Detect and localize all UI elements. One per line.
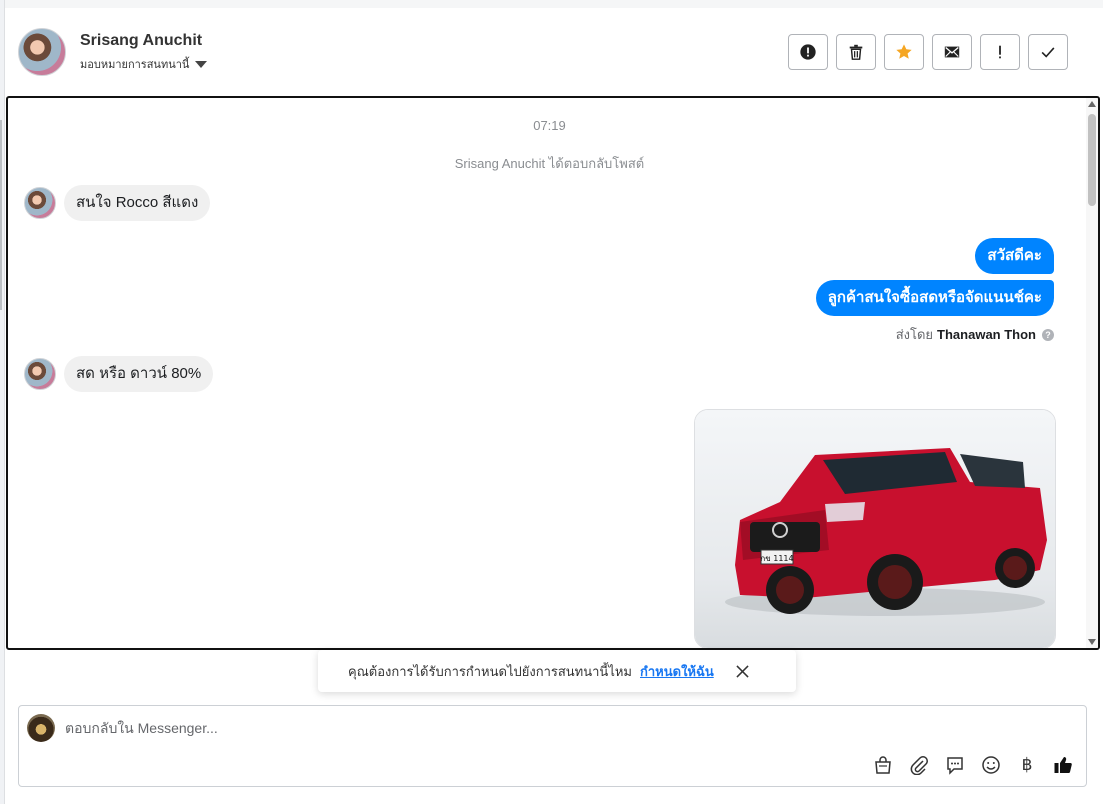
outgoing-message[interactable]: ลูกค้าสนใจซื้อสดหรือจัดแนนช์คะ [815, 280, 1054, 316]
help-icon[interactable]: ? [1042, 328, 1054, 341]
close-toast-button[interactable] [736, 664, 750, 678]
report-spam-button[interactable] [788, 34, 828, 70]
alert-circle-icon [800, 44, 816, 60]
check-icon [1041, 47, 1055, 58]
saved-replies-button[interactable] [944, 754, 966, 776]
assign-prompt-toast: คุณต้องการได้รับการกำหนดไปยังการสนทนานี้… [318, 650, 796, 692]
star-button[interactable] [884, 34, 924, 70]
delete-button[interactable] [836, 34, 876, 70]
left-panel-edge [0, 0, 5, 804]
thumbs-up-icon [1054, 757, 1072, 773]
sent-by-name: Thanawan Thon [937, 327, 1036, 342]
close-icon [736, 664, 749, 678]
conversation-toolbar [788, 34, 1068, 70]
car-photo-attachment[interactable]: กข 1114 [694, 409, 1056, 648]
license-plate: กข 1114 [760, 554, 793, 563]
scroll-down-icon[interactable] [1088, 639, 1096, 645]
like-button[interactable] [1052, 754, 1074, 776]
exclamation-icon [999, 45, 1001, 59]
conversation-header: Srisang Anuchit มอบหมายการสนทนานี้ [6, 8, 1100, 96]
sent-by-prefix: ส่งโดย [895, 327, 934, 342]
chat-bubble-icon [947, 757, 963, 775]
assign-dropdown[interactable]: มอบหมายการสนทนานี้ [80, 55, 208, 73]
shop-button[interactable] [872, 754, 894, 776]
contact-name[interactable]: Srisang Anuchit [80, 31, 207, 51]
contact-info: Srisang Anuchit มอบหมายการสนทนานี้ [80, 31, 208, 73]
message-bubble[interactable]: สด หรือ ดาวน์ 80% [64, 356, 214, 392]
red-pickup-truck-image: กข 1114 [695, 410, 1055, 648]
system-note: Srisang Anuchit ได้ตอบกลับโพสต์ [454, 156, 645, 171]
payment-button[interactable]: ฿ [1016, 754, 1038, 776]
assign-prompt-text: คุณต้องการได้รับการกำหนดไปยังการสนทนานี้… [348, 663, 632, 679]
star-icon [896, 44, 912, 59]
sender-avatar[interactable] [24, 358, 56, 390]
mark-unread-button[interactable] [932, 34, 972, 70]
page-avatar [27, 714, 55, 742]
sent-by-label: ส่งโดย Thanawan Thon ? [896, 324, 1054, 345]
left-panel-scroll-indicator [0, 120, 2, 310]
trash-icon [849, 44, 863, 60]
paperclip-icon [910, 756, 928, 775]
message-timestamp: 07:19 [533, 118, 566, 133]
incoming-message: สด หรือ ดาวน์ 80% [24, 356, 214, 392]
emoji-button[interactable] [980, 754, 1002, 776]
scroll-up-icon[interactable] [1088, 101, 1096, 107]
mark-important-button[interactable] [980, 34, 1020, 70]
envelope-icon [944, 46, 960, 58]
mark-done-button[interactable] [1028, 34, 1068, 70]
assign-to-me-link[interactable]: กำหนดให้ฉัน [640, 661, 714, 682]
composer-toolbar: ฿ [872, 754, 1074, 776]
smiley-icon [982, 756, 1000, 774]
contact-avatar[interactable] [18, 28, 66, 76]
baht-icon: ฿ [1021, 755, 1033, 775]
thread-scrollbar[interactable] [1086, 98, 1098, 648]
scroll-thumb[interactable] [1088, 114, 1096, 206]
shopping-bag-icon [875, 756, 891, 774]
message-bubble[interactable]: สนใจ Rocco สีแดง [64, 185, 211, 221]
message-thread[interactable]: 07:19 Srisang Anuchit ได้ตอบกลับโพสต์ สน… [6, 96, 1100, 650]
reply-input[interactable] [65, 718, 965, 738]
assign-label: มอบหมายการสนทนานี้ [80, 59, 190, 71]
outgoing-message[interactable]: สวัสดีคะ [975, 238, 1054, 274]
incoming-message: สนใจ Rocco สีแดง [24, 185, 211, 221]
attach-button[interactable] [908, 754, 930, 776]
sender-avatar[interactable] [24, 187, 56, 219]
caret-down-icon [195, 60, 208, 68]
reply-composer: ฿ [18, 705, 1087, 787]
